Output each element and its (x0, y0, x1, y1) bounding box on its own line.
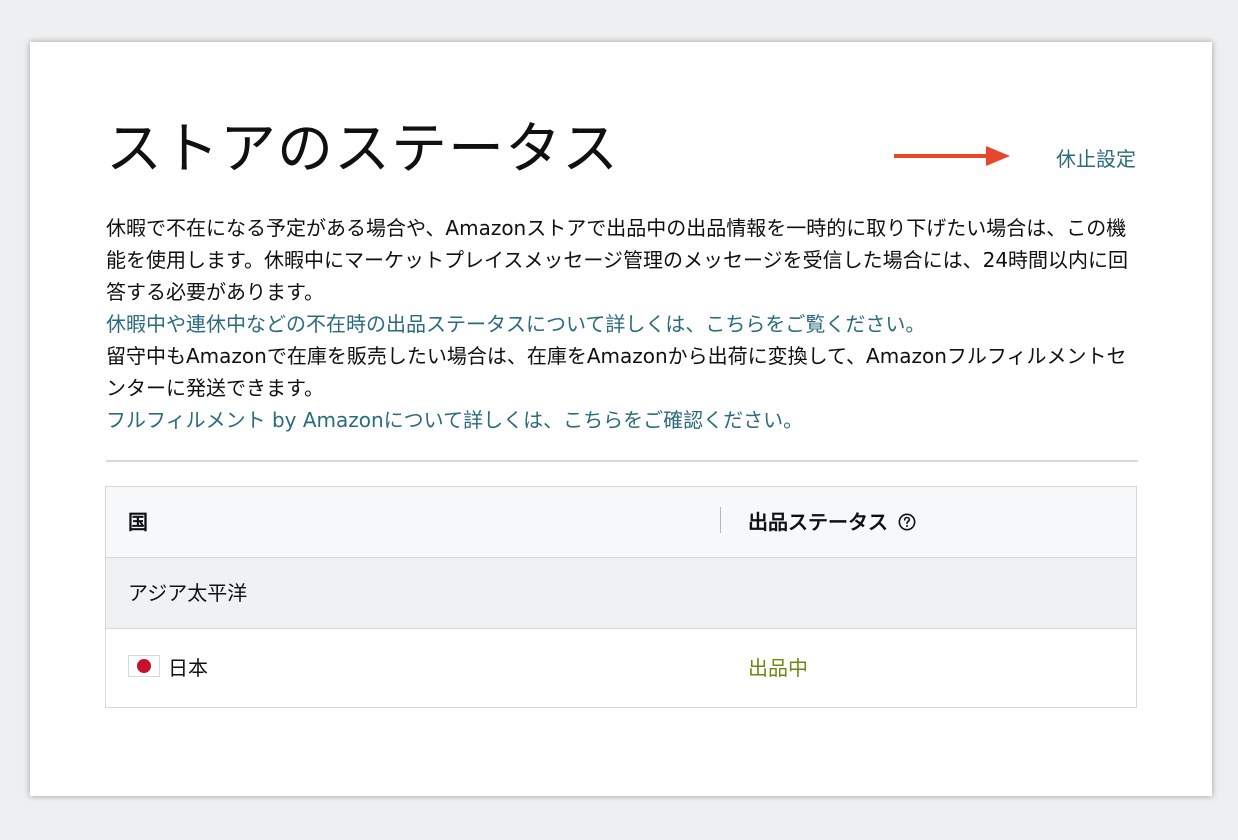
japan-flag-icon (128, 655, 160, 677)
help-circle-icon[interactable] (898, 513, 916, 531)
column-header-country: 国 (128, 510, 148, 534)
region-row: アジア太平洋 (106, 558, 1136, 629)
description: 休暇で不在になる予定がある場合や、Amazonストアで出品中の出品情報を一時的に… (106, 212, 1140, 436)
page-title: ストアのステータス (106, 117, 619, 182)
column-header-status: 出品ステータス (748, 507, 916, 537)
region-label: アジア太平洋 (128, 581, 248, 605)
country-name: 日本 (168, 656, 208, 680)
listing-status: 出品中 (748, 656, 808, 680)
fba-help-link[interactable]: フルフィルメント by Amazonについて詳しくは、こちらをご確認ください。 (106, 408, 803, 432)
column-separator (720, 507, 721, 533)
vacation-status-help-link[interactable]: 休暇中や連休中などの不在時の出品ステータスについて詳しくは、こちらをご覧ください… (106, 312, 925, 336)
divider (106, 460, 1138, 462)
arrow-right-icon (894, 146, 1010, 166)
description-text-1: 休暇で不在になる予定がある場合や、Amazonストアで出品中の出品情報を一時的に… (106, 216, 1129, 304)
store-status-card: ストアのステータス 休止設定 休暇で不在になる予定がある場合や、Amazonスト… (30, 42, 1212, 796)
column-header-status-label: 出品ステータス (748, 510, 888, 534)
vacation-settings-link[interactable]: 休止設定 (1056, 144, 1136, 174)
table-header: 国 出品ステータス (106, 487, 1136, 558)
table-row: 日本 出品中 (106, 629, 1136, 707)
description-text-2: 留守中もAmazonで在庫を販売したい場合は、在庫をAmazonから出荷に変換し… (106, 344, 1127, 400)
status-table: 国 出品ステータス アジア太平洋 日本 出品中 (105, 486, 1137, 708)
